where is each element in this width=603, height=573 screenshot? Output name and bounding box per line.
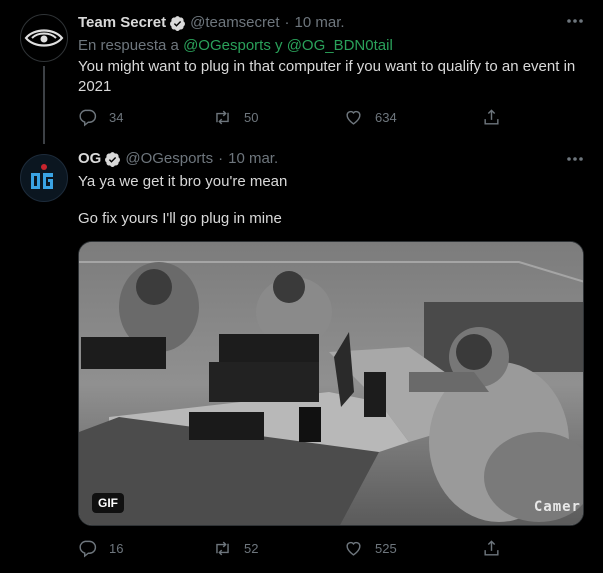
retweet-count: 50 <box>244 109 259 125</box>
gif-badge: GIF <box>92 493 124 513</box>
reply-button[interactable]: 16 <box>78 538 123 558</box>
camera-overlay-text: Camer <box>533 499 581 515</box>
retweet-count: 52 <box>244 540 259 556</box>
tweet-text: You might want to plug in that computer … <box>78 58 576 95</box>
retweet-button[interactable]: 50 <box>213 107 258 127</box>
avatar[interactable] <box>20 154 68 202</box>
tweet-actions: 34 50 634 <box>78 107 508 127</box>
og-logo-icon <box>31 164 53 189</box>
avatar[interactable] <box>20 14 68 62</box>
reply-and: y <box>275 37 283 54</box>
tweet-header: OG @OGesports · 10 mar. <box>78 149 278 169</box>
display-name[interactable]: OG <box>78 149 101 169</box>
verified-icon <box>170 15 186 31</box>
tweet-header: Team Secret @teamsecret · 10 mar. <box>78 13 345 33</box>
tweet-text-line-2: Go fix yours I'll go plug in mine <box>78 210 282 227</box>
tweet-actions: 16 52 525 <box>78 538 508 558</box>
more-icon[interactable] <box>565 14 585 34</box>
retweet-button[interactable]: 52 <box>213 538 258 558</box>
share-icon <box>484 108 499 125</box>
handle[interactable]: @teamsecret <box>190 13 279 33</box>
separator: · <box>284 14 290 31</box>
gif-media[interactable]: GIF Camer <box>78 241 584 526</box>
timestamp[interactable]: 10 mar. <box>228 149 278 169</box>
reply-icon <box>79 540 97 557</box>
handle[interactable]: @OGesports <box>125 149 213 169</box>
reply-prefix: En respuesta a <box>78 37 179 54</box>
share-icon <box>484 539 499 556</box>
display-name[interactable]: Team Secret <box>78 13 166 33</box>
like-button[interactable]: 634 <box>344 107 397 127</box>
like-count: 634 <box>375 109 397 125</box>
reply-button[interactable]: 34 <box>78 107 123 127</box>
like-count: 525 <box>375 540 397 556</box>
retweet-icon <box>216 541 229 555</box>
gif-frame <box>79 242 583 525</box>
reply-count: 34 <box>109 109 124 125</box>
like-button[interactable]: 525 <box>344 538 397 558</box>
verified-icon <box>105 151 121 167</box>
reply-context: En respuesta a @OGesports y @OG_BDN0tail <box>78 36 393 56</box>
timestamp[interactable]: 10 mar. <box>295 13 345 33</box>
reply-count: 16 <box>109 540 124 556</box>
like-icon <box>346 541 361 556</box>
mention-link[interactable]: @OG_BDN0tail <box>287 37 393 54</box>
reply-icon <box>79 109 97 126</box>
separator: · <box>218 150 224 167</box>
share-button[interactable] <box>482 538 513 558</box>
tweet-team-secret[interactable]: Team Secret @teamsecret · 10 mar. En res… <box>0 0 603 140</box>
mention-link[interactable]: @OGesports <box>183 37 271 54</box>
like-icon <box>346 110 361 125</box>
more-icon[interactable] <box>565 152 585 172</box>
tweet-text-line-1: Ya ya we get it bro you're mean <box>78 173 288 190</box>
team-secret-logo-icon <box>24 29 64 47</box>
share-button[interactable] <box>482 107 513 127</box>
retweet-icon <box>216 110 229 124</box>
